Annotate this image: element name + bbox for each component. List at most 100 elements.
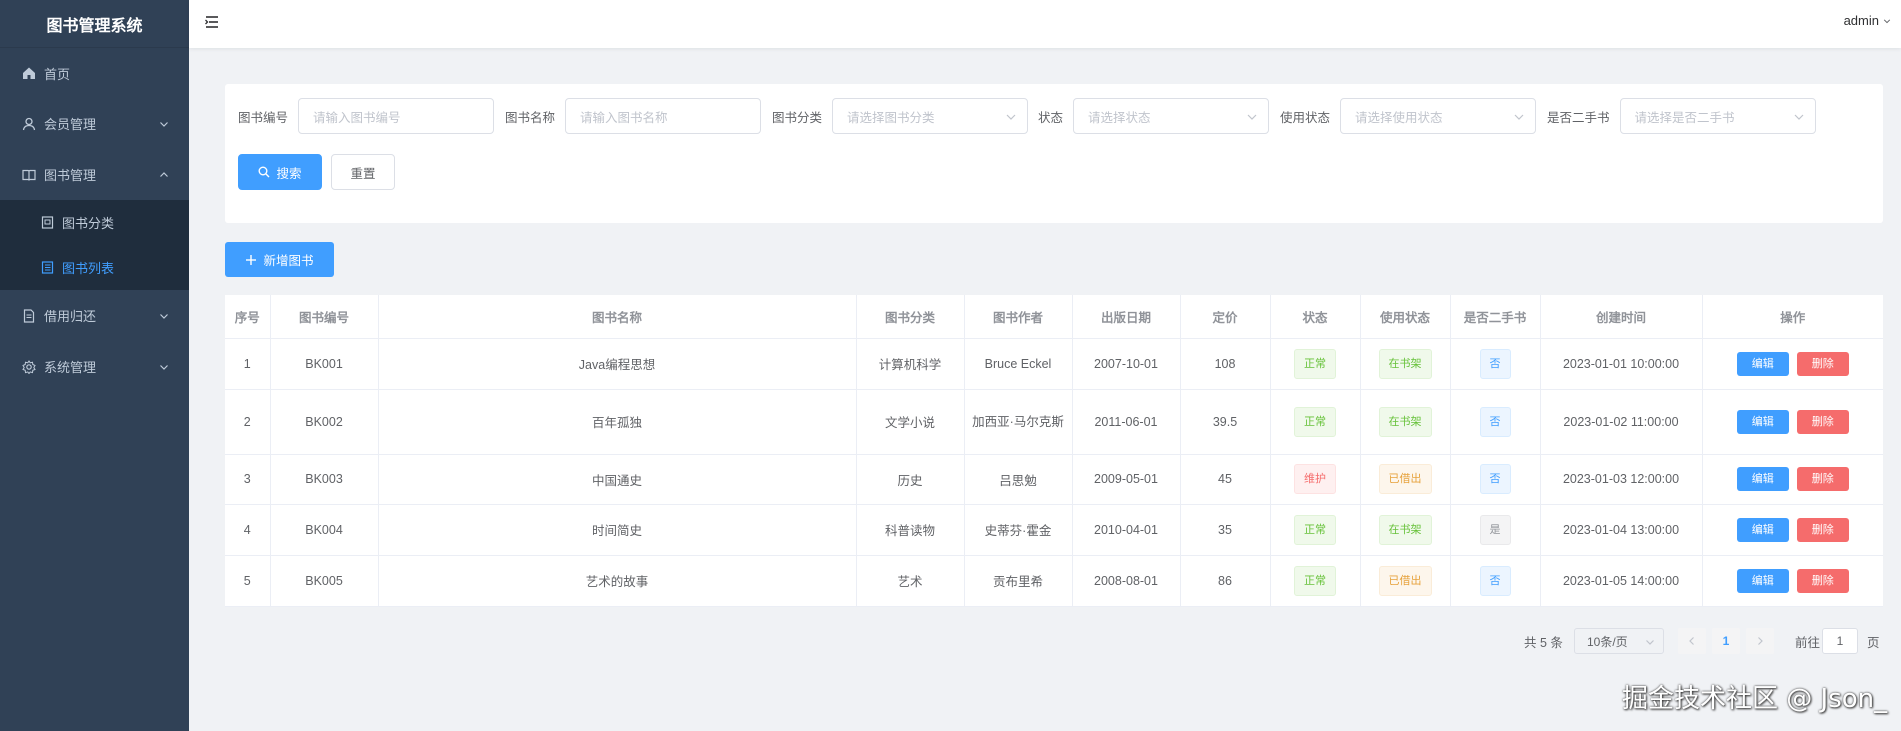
use-status-field: 使用状态 请选择使用状态 [1280, 98, 1537, 134]
status-badge: 正常 [1294, 406, 1336, 437]
cell-actions: 编辑 删除 [1702, 555, 1883, 607]
use-status-badge: 在书架 [1378, 406, 1432, 437]
book-name-placeholder: 请输入图书名称 [580, 110, 668, 125]
cell-use-status: 已借出 [1360, 555, 1451, 607]
sidebar-item-book-list[interactable]: 图书列表 [0, 245, 189, 290]
cell-second-hand: 是 [1450, 504, 1541, 556]
cell-book-name: 百年孤独 [378, 389, 857, 455]
user-menu[interactable]: admin [1844, 13, 1891, 28]
edit-button[interactable]: 编辑 [1736, 517, 1789, 542]
cell-created: 2023-01-03 12:00:00 [1540, 454, 1703, 505]
delete-button[interactable]: 删除 [1796, 409, 1849, 434]
status-badge: 正常 [1294, 565, 1336, 596]
use-status-label: 使用状态 [1280, 110, 1331, 125]
sidebar-item-system[interactable]: 系统管理 [0, 341, 189, 392]
edit-button[interactable]: 编辑 [1736, 568, 1789, 593]
second-hand-badge: 是 [1479, 514, 1511, 545]
sidebar-item-books[interactable]: 图书管理 [0, 149, 189, 200]
cell-price: 108 [1180, 338, 1271, 390]
sidebar-item-book-category[interactable]: 图书分类 [0, 200, 189, 245]
status-label: 状态 [1038, 110, 1064, 125]
col-header: 图书分类 [856, 295, 965, 339]
status-select[interactable]: 请选择状态 [1073, 98, 1270, 134]
sidebar-item-label: 借用归还 [44, 309, 97, 324]
reset-button[interactable]: 重置 [331, 154, 395, 190]
book-no-input[interactable]: 请输入图书编号 [298, 98, 495, 134]
add-book-button[interactable]: 新增图书 [225, 242, 334, 277]
use-status-select[interactable]: 请选择使用状态 [1340, 98, 1537, 134]
cell-index: 2 [225, 389, 271, 455]
cell-author: Bruce Eckel [964, 338, 1073, 390]
cell-author: 吕思勉 [964, 454, 1073, 505]
chevron-down-icon [1514, 114, 1524, 120]
status-badge: 正常 [1294, 348, 1336, 379]
sidebar-item-members[interactable]: 会员管理 [0, 98, 189, 149]
cell-status: 正常 [1270, 389, 1361, 455]
top-header: admin [189, 0, 1901, 48]
cell-date: 2008-08-01 [1072, 555, 1181, 607]
status-placeholder: 请选择状态 [1088, 110, 1151, 125]
cell-book-name: Java编程思想 [378, 338, 857, 390]
second-hand-select[interactable]: 请选择是否二手书 [1619, 98, 1816, 134]
chevron-right-icon [1758, 637, 1763, 645]
edit-button[interactable]: 编辑 [1736, 351, 1789, 376]
cell-status: 正常 [1270, 338, 1361, 390]
cell-category: 科普读物 [856, 504, 965, 556]
cell-actions: 编辑 删除 [1702, 454, 1883, 505]
sidebar-item-borrow-return[interactable]: 借用归还 [0, 290, 189, 341]
col-header: 图书名称 [378, 295, 857, 339]
second-hand-badge: 否 [1479, 565, 1511, 596]
watermark: 掘金技术社区 @ Json_ [1622, 684, 1888, 714]
search-button[interactable]: 搜索 [238, 154, 322, 190]
category-select[interactable]: 请选择图书分类 [832, 98, 1029, 134]
document-icon [22, 308, 36, 323]
cell-second-hand: 否 [1450, 454, 1541, 505]
list-icon [41, 261, 54, 274]
col-header: 操作 [1702, 295, 1883, 339]
cell-status: 正常 [1270, 504, 1361, 556]
second-hand-badge: 否 [1479, 348, 1511, 379]
add-book-label: 新增图书 [263, 254, 314, 268]
cell-book-no: BK002 [270, 389, 379, 455]
home-icon [22, 66, 36, 80]
status-badge: 维护 [1294, 464, 1336, 494]
next-page-button[interactable] [1746, 628, 1774, 654]
edit-button[interactable]: 编辑 [1736, 409, 1789, 434]
book-table: 序号 图书编号 图书名称 图书分类 图书作者 出版日期 定价 状态 使用状态 是… [225, 295, 1883, 607]
table-row: 1 BK001 Java编程思想 计算机科学 Bruce Eckel 2007-… [225, 338, 1883, 390]
col-header: 状态 [1270, 295, 1361, 339]
delete-button[interactable]: 删除 [1796, 568, 1849, 593]
use-status-badge: 在书架 [1378, 514, 1432, 545]
cell-created: 2023-01-01 10:00:00 [1540, 338, 1703, 390]
book-name-input[interactable]: 请输入图书名称 [565, 98, 762, 134]
col-header: 定价 [1180, 295, 1271, 339]
cell-second-hand: 否 [1450, 555, 1541, 607]
goto-page-input[interactable]: 1 [1822, 628, 1858, 654]
delete-button[interactable]: 删除 [1796, 467, 1849, 491]
cell-actions: 编辑 删除 [1702, 504, 1883, 556]
cell-date: 2009-05-01 [1072, 454, 1181, 505]
sidebar-item-home[interactable]: 首页 [0, 48, 189, 98]
edit-button[interactable]: 编辑 [1736, 467, 1789, 491]
cell-book-no: BK005 [270, 555, 379, 607]
cell-created: 2023-01-04 13:00:00 [1540, 504, 1703, 556]
cell-second-hand: 否 [1450, 338, 1541, 390]
menu-toggle-icon[interactable] [204, 14, 220, 30]
cell-category: 计算机科学 [856, 338, 965, 390]
cell-second-hand: 否 [1450, 389, 1541, 455]
col-header: 图书作者 [964, 295, 1073, 339]
delete-button[interactable]: 删除 [1796, 351, 1849, 376]
prev-page-button[interactable] [1678, 628, 1706, 654]
chevron-down-icon [1883, 18, 1891, 23]
delete-button[interactable]: 删除 [1796, 517, 1849, 542]
page-size-select[interactable]: 10条/页 [1574, 628, 1664, 654]
chevron-down-icon [1794, 114, 1803, 120]
table-header-row: 序号 图书编号 图书名称 图书分类 图书作者 出版日期 定价 状态 使用状态 是… [225, 295, 1883, 339]
sidebar-item-label: 系统管理 [44, 360, 97, 375]
col-header: 创建时间 [1540, 295, 1703, 339]
page-number-current[interactable]: 1 [1712, 628, 1740, 654]
cell-author: 史蒂芬·霍金 [964, 504, 1073, 556]
sidebar-item-label: 图书列表 [62, 261, 115, 276]
cell-status: 正常 [1270, 555, 1361, 607]
cell-price: 39.5 [1180, 389, 1271, 455]
